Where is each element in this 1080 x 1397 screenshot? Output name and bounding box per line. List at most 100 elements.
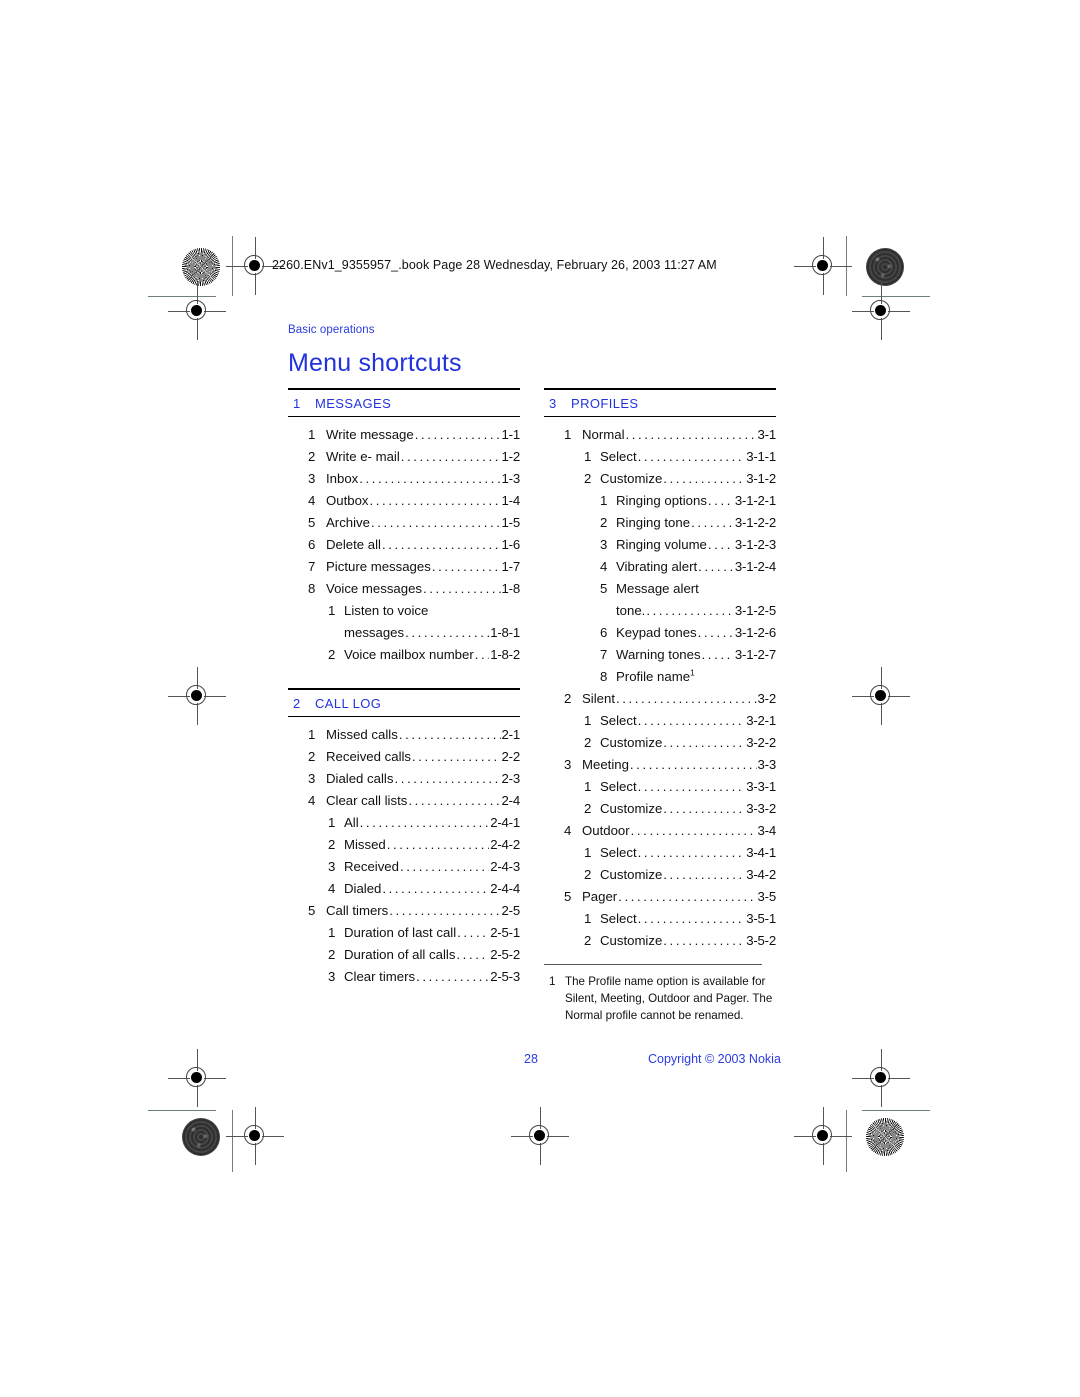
toc-leader-dots: ........................................ <box>398 727 501 742</box>
toc-entry-page: 1-4 <box>501 493 521 508</box>
toc-entry-page: 3-1-2-2 <box>734 515 776 530</box>
toc-entry: 1 Select.................................… <box>544 842 776 864</box>
toc-leader-dots: ........................................ <box>625 427 757 442</box>
toc-leader-dots: ........................................ <box>394 771 501 786</box>
registration-mark-lower-left <box>168 1049 226 1107</box>
toc-entry: 2 Customize..............................… <box>544 798 776 820</box>
toc-leader-dots: ........................................ <box>646 603 734 618</box>
toc-entry-label: Clear timers <box>344 969 416 984</box>
copyright-notice: Copyright © 2003 Nokia <box>648 1052 781 1066</box>
toc-entry-label: Select <box>600 845 637 860</box>
toc-entry-label: Received <box>344 859 399 874</box>
toc-entry: 7 Picture messages.......................… <box>288 556 520 578</box>
toc-entry-page: 2-4 <box>501 793 521 808</box>
toc-entry-number: 4 <box>564 823 572 838</box>
toc-entry-number: 1 <box>564 427 572 442</box>
toc-leader-dots: ........................................ <box>416 969 489 984</box>
section-number: 1 <box>293 396 301 411</box>
toc-entry-label: Vibrating alert <box>616 559 698 574</box>
toc-entry: 4 Dialed.................................… <box>288 878 520 900</box>
density-patch-bottom-left <box>182 1118 220 1156</box>
toc-entry-page: 3-3-1 <box>746 779 776 794</box>
toc-entry-page: 1-5 <box>501 515 521 530</box>
section-title: CALL LOG <box>315 696 382 711</box>
toc-entry-number: 3 <box>328 969 336 984</box>
footnote-number: 1 <box>549 975 556 988</box>
toc-entry-page: 1-2 <box>501 449 521 464</box>
toc-entry: tone....................................… <box>544 600 776 622</box>
toc-entry-page: 3-1-2-4 <box>734 559 776 574</box>
toc-entry-number: 3 <box>564 757 572 772</box>
toc-entry: 5 Pager..................................… <box>544 886 776 908</box>
toc-leader-dots: ........................................ <box>637 713 746 728</box>
toc-entry-page: 3-2-1 <box>746 713 776 728</box>
toc-entry-label: Outbox <box>326 493 369 508</box>
toc-entry-number: 5 <box>308 515 316 530</box>
toc-list: 1 Normal.................................… <box>544 424 776 952</box>
toc-entry: 4 Vibrating alert........................… <box>544 556 776 578</box>
toc-leader-dots: ........................................ <box>456 947 489 962</box>
toc-leader-dots: ........................................ <box>399 859 489 874</box>
section-number: 3 <box>549 396 557 411</box>
toc-entry-number: 5 <box>308 903 316 918</box>
toc-entry-page: 3-3-2 <box>746 801 776 816</box>
toc-entry: 8 Voice messages.........................… <box>288 578 520 600</box>
section-rule-bottom <box>288 416 520 417</box>
toc-leader-dots: ........................................ <box>369 493 501 508</box>
toc-entry-number: 2 <box>328 837 336 852</box>
toc-leader-dots: ........................................ <box>663 801 745 816</box>
toc-entry-number: 1 <box>328 815 336 830</box>
page-title: Menu shortcuts <box>288 349 462 377</box>
toc-entry-number: 1 <box>584 449 592 464</box>
toc-entry: 3 Inbox..................................… <box>288 468 520 490</box>
toc-entry: 2 Customize..............................… <box>544 732 776 754</box>
footnote-rule <box>544 964 763 965</box>
toc-entry: 1 Select.................................… <box>544 710 776 732</box>
toc-entry-label: Dialed calls <box>326 771 394 786</box>
toc-entry: 4 Outdoor................................… <box>544 820 776 842</box>
toc-entry-label: Write e- mail <box>326 449 400 464</box>
toc-leader-dots: ........................................ <box>707 537 734 552</box>
toc-entry-number: 7 <box>600 647 608 662</box>
toc-entry-number: 8 <box>308 581 316 596</box>
toc-leader-dots: ........................................ <box>701 647 734 662</box>
toc-entry-label: Duration of last call <box>344 925 457 940</box>
toc-entry: 8 Profile name1 <box>544 666 776 688</box>
toc-entry-page: 2-5-3 <box>490 969 520 984</box>
toc-entry: 1 Duration of last call..................… <box>288 922 520 944</box>
toc-leader-dots: ........................................ <box>412 749 501 764</box>
toc-entry-page: 3-2 <box>757 691 777 706</box>
toc-entry-number: 1 <box>584 779 592 794</box>
toc-entry-number: 2 <box>584 471 592 486</box>
toc-entry-label: Inbox <box>326 471 359 486</box>
toc-entry-page: 2-4-1 <box>490 815 520 830</box>
toc-entry-page: 2-5-1 <box>490 925 520 940</box>
toc-entry-page: 2-4-2 <box>490 837 520 852</box>
toc-leader-dots: ........................................ <box>457 925 489 940</box>
toc-entry-page: 3-3 <box>757 757 777 772</box>
toc-leader-dots: ........................................ <box>382 881 489 896</box>
toc-entry-label: Customize <box>600 867 663 882</box>
toc-entry-page: 3-1 <box>757 427 777 442</box>
toc-entry-label: Picture messages <box>326 559 431 574</box>
toc-entry-page: 3-4-2 <box>746 867 776 882</box>
toc-entry-label: Keypad tones <box>616 625 697 640</box>
toc-entry-label: Warning tones <box>616 647 701 662</box>
toc-entry-page: 1-3 <box>501 471 521 486</box>
toc-entry: 1 Listen to voice <box>288 600 520 622</box>
toc-entry-label: Profile name1 <box>616 667 695 684</box>
footnote-reference: 1 <box>690 667 695 678</box>
toc-leader-dots: ........................................ <box>663 867 745 882</box>
toc-entry-label: Delete all <box>326 537 381 552</box>
toc-leader-dots: ........................................ <box>408 793 501 808</box>
toc-entry-number: 1 <box>328 603 336 618</box>
toc-entry-number: 1 <box>308 727 316 742</box>
toc-entry: 5 Call timers............................… <box>288 900 520 922</box>
registration-mark-middle-right <box>852 667 910 725</box>
toc-entry-label: Select <box>600 911 637 926</box>
toc-entry-number: 5 <box>600 581 608 596</box>
toc-entry: 3 Meeting................................… <box>544 754 776 776</box>
toc-entry: 2 Missed.................................… <box>288 834 520 856</box>
toc-entry-page: 3-2-2 <box>746 735 776 750</box>
toc-entry-number: 2 <box>308 449 316 464</box>
